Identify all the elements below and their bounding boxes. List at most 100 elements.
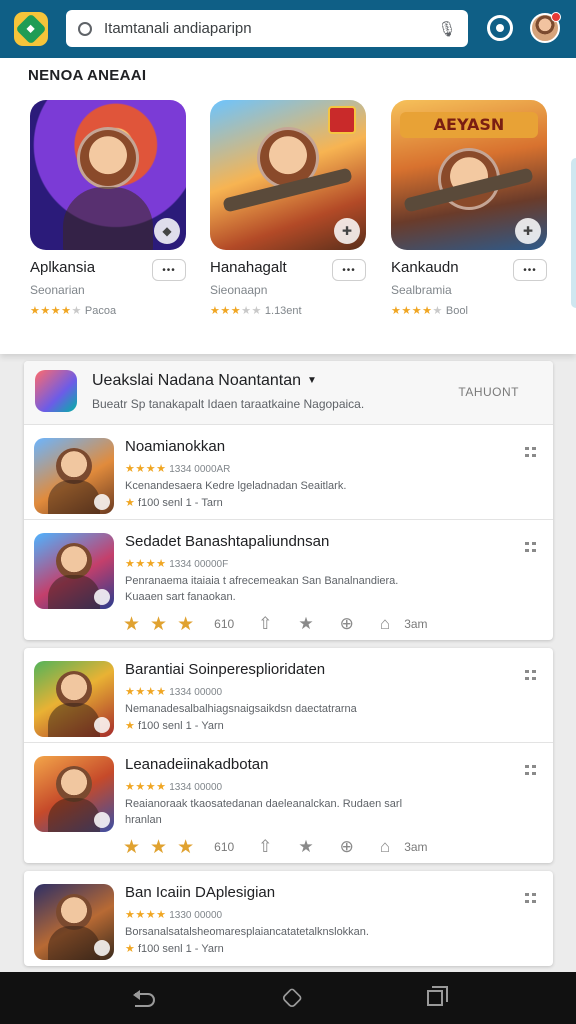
controller-icon: ✚	[334, 218, 360, 244]
search-icon	[78, 21, 92, 36]
item-description: Borsanalsatalsheomaresplaiancatatetalkns…	[125, 926, 369, 938]
star-icon[interactable]: ★	[177, 613, 194, 636]
back-icon[interactable]	[133, 990, 157, 1007]
overflow-menu-icon[interactable]	[525, 542, 539, 552]
game-developer: Seonarian	[30, 283, 85, 297]
game-name: Kankaudn	[391, 259, 459, 276]
item-title: Sedadet Banashtapaliundnsan	[125, 533, 330, 550]
download-icon[interactable]: ⊕	[340, 837, 354, 857]
star-icon[interactable]: ★	[123, 613, 140, 636]
star-icon[interactable]: ★	[150, 613, 167, 636]
list-group: Barantiai Soinperesplioridaten ★★★★ 1334…	[24, 648, 553, 863]
home-icon[interactable]	[281, 987, 303, 1009]
overflow-menu-icon[interactable]	[525, 447, 539, 457]
section-header[interactable]: Ueakslai Nadana Noantantan ▼ Bueatr Sp ta…	[24, 361, 553, 425]
section-action-button[interactable]: TAHUONT	[458, 385, 519, 399]
chevron-down-icon: ▼	[307, 375, 317, 387]
featured-carousel: NENOA ANEAAI ◆ Aplkansia ••• Seonarian ★…	[0, 58, 576, 354]
search-input[interactable]	[104, 20, 438, 37]
star-icon[interactable]: ★	[177, 836, 194, 859]
app-icon	[34, 661, 114, 737]
overflow-menu-icon[interactable]	[525, 893, 539, 903]
app-icon	[34, 756, 114, 832]
item-title: Ban Icaiin DAplesigian	[125, 884, 276, 901]
item-description: Reaianoraak tkaosatedanan daeleanalckan.…	[125, 798, 403, 826]
game-developer: Sealbramia	[391, 283, 452, 297]
item-meta: ★★★★ 1334 00000F	[125, 558, 229, 570]
app-logo[interactable]: ◆	[14, 12, 48, 46]
share-icon[interactable]: ⇧	[258, 614, 272, 634]
item-description: Penranaema itaiaia t afrecemeakan San Ba…	[125, 575, 399, 603]
game-logo-text: AEYASN	[400, 112, 538, 138]
game-rating: ★★★★★ Pacoa	[30, 305, 117, 317]
app-list: Ueakslai Nadana Noantantan ▼ Bueatr Sp ta…	[24, 361, 553, 966]
avatar[interactable]	[530, 12, 561, 43]
game-name: Hanahagalt	[210, 259, 287, 276]
rating-stars: ★★★★★	[30, 305, 82, 317]
favorite-icon[interactable]: ★	[298, 837, 313, 857]
item-meta: ★★★★ 1334 0000AR	[125, 463, 231, 475]
app-icon	[34, 533, 114, 609]
star-icon[interactable]: ★	[150, 836, 167, 859]
list-item[interactable]: Barantiai Soinperesplioridaten ★★★★ 1334…	[24, 648, 553, 743]
action-label: 3am	[404, 840, 428, 854]
item-info: ★ f100 senl 1 - Tarn	[125, 497, 223, 509]
item-info: ★ f100 senl 1 - Yarn	[125, 720, 224, 732]
app-icon	[34, 438, 114, 514]
game-artwork: AEYASN ✚	[391, 100, 547, 250]
rating-stars: ★★★★★	[210, 305, 262, 317]
microphone-icon[interactable]: 🎙	[437, 20, 456, 38]
share-icon[interactable]: ⇧	[258, 837, 272, 857]
app-icon	[34, 884, 114, 960]
star-icon[interactable]: ★	[123, 836, 140, 859]
item-title: Barantiai Soinperesplioridaten	[125, 661, 326, 678]
game-artwork: ◆	[30, 100, 186, 250]
play-protect-icon[interactable]	[487, 15, 513, 41]
carousel-game[interactable]: ◆ Aplkansia ••• Seonarian ★★★★★ Pacoa	[30, 100, 188, 317]
item-meta: ★★★★ 1334 00000	[125, 781, 223, 793]
favorite-icon[interactable]: ★	[298, 614, 313, 634]
carousel-game[interactable]: ✚ Hanahagalt ••• Sieonaapn ★★★★★ 1.13ent	[210, 100, 368, 317]
system-nav-bar	[0, 972, 576, 1024]
notification-dot	[551, 12, 561, 22]
overflow-menu-icon[interactable]	[525, 765, 539, 775]
carousel-title: NENOA ANEAAI	[28, 67, 147, 84]
home-icon[interactable]: ⌂	[380, 614, 390, 634]
overflow-menu-icon[interactable]	[525, 670, 539, 680]
carousel-game[interactable]: AEYASN ✚ Kankaudn ••• Sealbramia ★★★★★ B…	[391, 100, 549, 317]
more-options-button[interactable]: •••	[332, 259, 366, 281]
list-item[interactable]: Leanadeiinakadbotan ★★★★ 1334 00000 Reai…	[24, 743, 553, 863]
item-title: Leanadeiinakadbotan	[125, 756, 269, 773]
more-options-button[interactable]: •••	[513, 259, 547, 281]
action-label: 3am	[404, 617, 428, 631]
rating-count: 610	[214, 840, 235, 854]
rating-stars: ★★★★★	[391, 305, 443, 317]
list-group: Ueakslai Nadana Noantantan ▼ Bueatr Sp ta…	[24, 361, 553, 640]
item-description: Nemanadesalbalhiagsnaigsaikdsn daectatra…	[125, 703, 357, 715]
item-info: ★ f100 senl 1 - Yarn	[125, 943, 224, 955]
shield-icon: ◆	[154, 218, 180, 244]
list-group: Ban Icaiin DAplesigian ★★★★ 1330 00000 B…	[24, 871, 553, 966]
app-bar: ◆ 🎙	[0, 0, 576, 58]
list-item[interactable]: Sedadet Banashtapaliundnsan ★★★★ 1334 00…	[24, 520, 553, 640]
download-icon[interactable]: ⊕	[340, 614, 354, 634]
section-icon	[35, 370, 77, 412]
list-item[interactable]: Noamianokkan ★★★★ 1334 0000AR Kcenandesa…	[24, 425, 553, 520]
game-artwork: ✚	[210, 100, 366, 250]
next-card-peek[interactable]	[571, 158, 576, 308]
recent-apps-icon[interactable]	[427, 986, 448, 1006]
more-options-button[interactable]: •••	[152, 259, 186, 281]
section-subtitle: Bueatr Sp tanakapalt Idaen taraatkaine N…	[92, 397, 365, 411]
section-title: Ueakslai Nadana Noantantan	[92, 372, 302, 389]
list-item[interactable]: Ban Icaiin DAplesigian ★★★★ 1330 00000 B…	[24, 871, 553, 966]
game-developer: Sieonaapn	[210, 283, 268, 297]
search-bar[interactable]: 🎙	[66, 10, 468, 47]
item-meta: ★★★★ 1334 00000	[125, 686, 223, 698]
item-actions: ★ ★ ★ 610 ⇧ ★ ⊕ ⌂ 3am	[123, 836, 428, 858]
game-name: Aplkansia	[30, 259, 96, 276]
home-icon[interactable]: ⌂	[380, 837, 390, 857]
item-title: Noamianokkan	[125, 438, 226, 455]
rating-count: 610	[214, 617, 235, 631]
item-description: Kcenandesaera Kedre lgeladnadan Seaitlar…	[125, 480, 347, 492]
item-actions: ★ ★ ★ 610 ⇧ ★ ⊕ ⌂ 3am	[123, 613, 428, 635]
